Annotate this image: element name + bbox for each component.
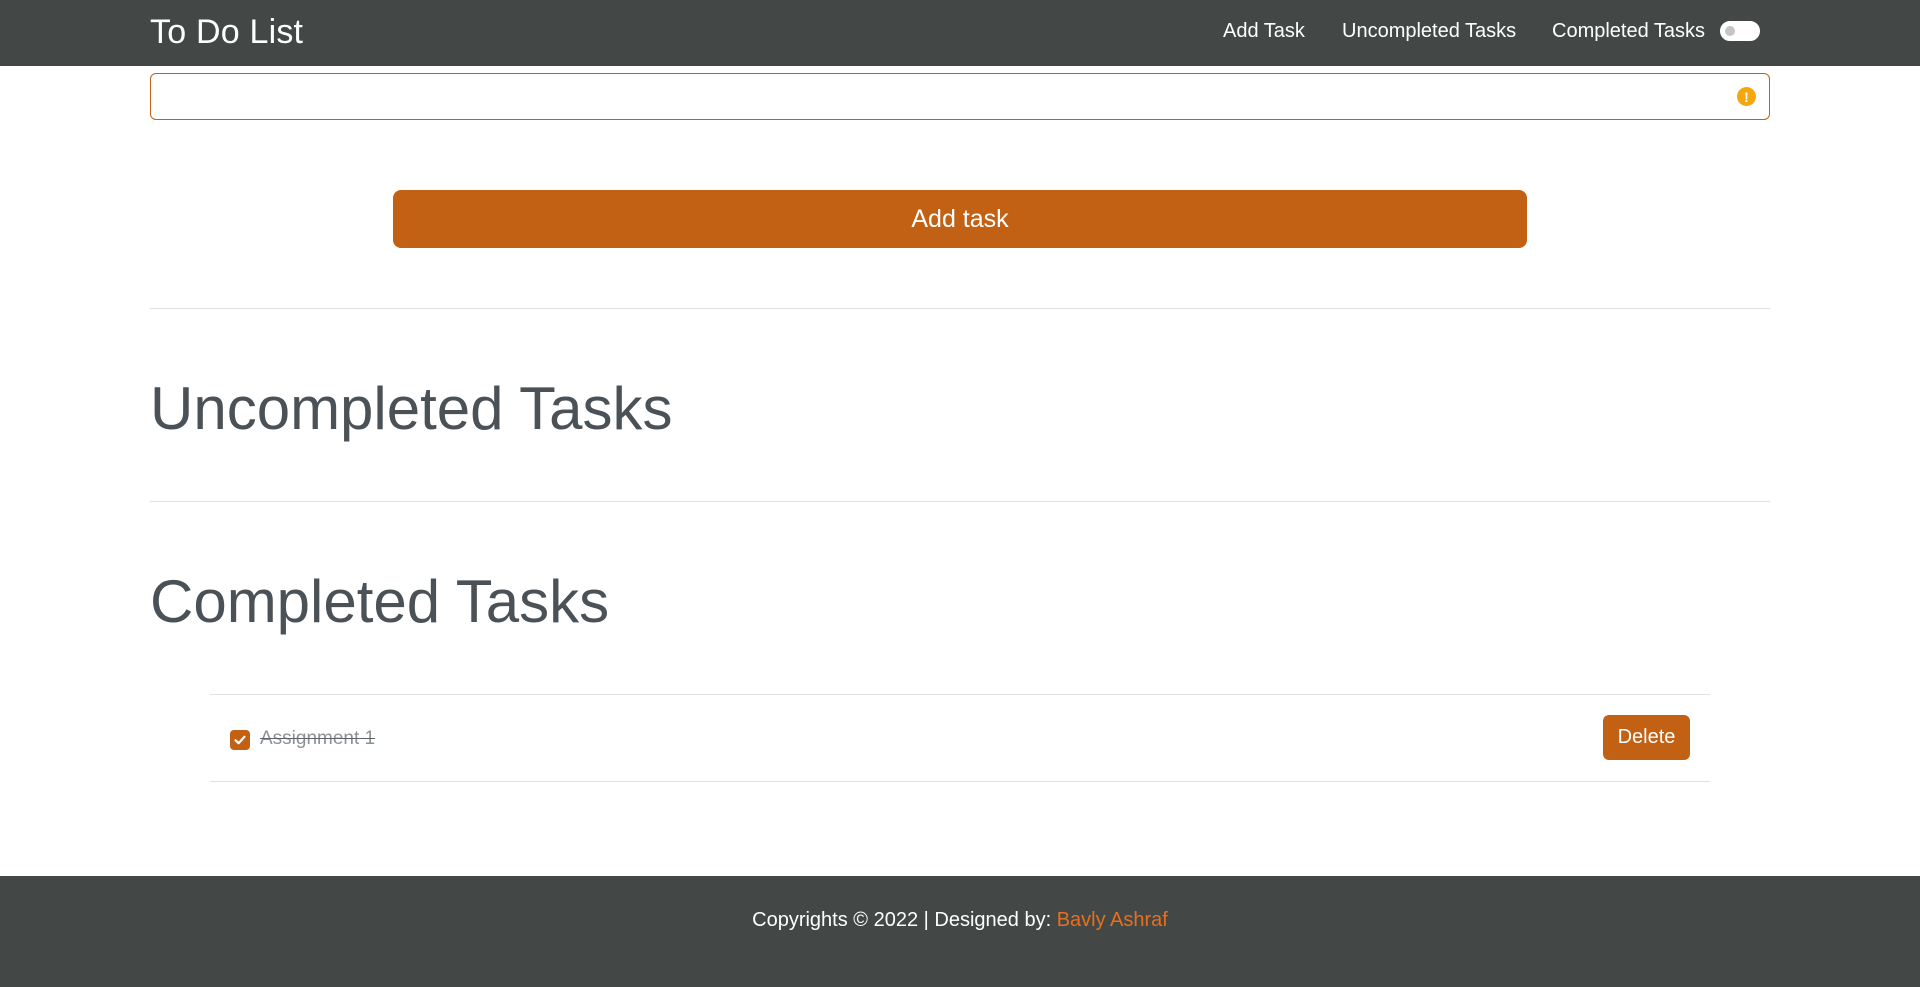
- footer-text: Copyrights © 2022 | Designed by: Bavly A…: [0, 909, 1920, 932]
- theme-toggle[interactable]: [1720, 21, 1760, 41]
- exclamation-circle-icon: !: [1737, 87, 1756, 106]
- divider: [150, 501, 1770, 502]
- check-icon: [234, 735, 246, 745]
- brand-title[interactable]: To Do List: [150, 13, 303, 52]
- nav-link-add-task[interactable]: Add Task: [1223, 20, 1305, 43]
- task-row: Assignment 1 Delete: [210, 694, 1710, 782]
- completed-task-list: Assignment 1 Delete: [210, 694, 1710, 782]
- task-text: Assignment 1: [260, 728, 376, 749]
- nav-link-completed-tasks[interactable]: Completed Tasks: [1552, 20, 1705, 43]
- delete-task-button[interactable]: Delete: [1603, 715, 1690, 760]
- task-input[interactable]: [150, 73, 1770, 120]
- task-checkbox[interactable]: [230, 730, 250, 750]
- nav-link-uncompleted-tasks[interactable]: Uncompleted Tasks: [1342, 20, 1516, 43]
- toggle-knob: [1725, 26, 1735, 36]
- completed-tasks-heading: Completed Tasks: [150, 568, 610, 635]
- copyright-text: Copyrights © 2022 | Designed by:: [752, 909, 1057, 931]
- add-task-button[interactable]: Add task: [393, 190, 1527, 248]
- footer: Copyrights © 2022 | Designed by: Bavly A…: [0, 876, 1920, 987]
- author-link[interactable]: Bavly Ashraf: [1057, 909, 1168, 931]
- navbar: To Do List Add Task Uncompleted Tasks Co…: [0, 0, 1920, 66]
- divider: [150, 308, 1770, 309]
- uncompleted-tasks-heading: Uncompleted Tasks: [150, 375, 673, 442]
